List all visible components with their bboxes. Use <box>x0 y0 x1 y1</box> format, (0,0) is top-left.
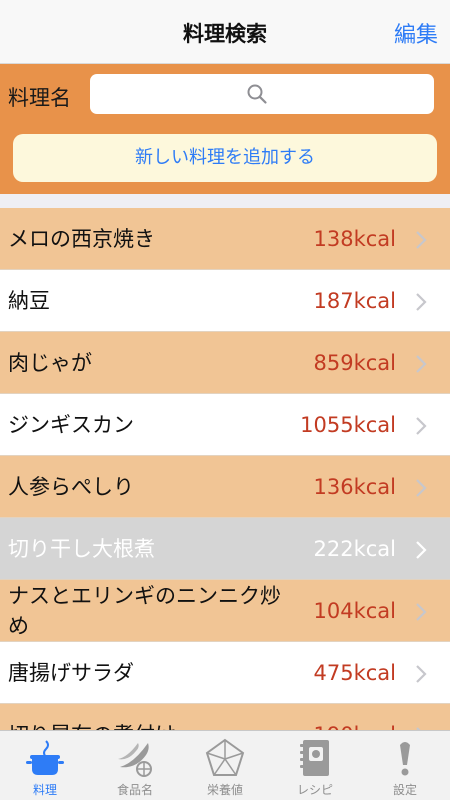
dish-kcal: 190kcal <box>314 704 397 730</box>
dish-kcal: 104kcal <box>313 599 397 623</box>
search-input[interactable] <box>90 74 434 114</box>
dish-kcal: 222kcal <box>313 537 397 561</box>
section-gap <box>0 194 450 208</box>
chevron-right-icon <box>416 541 427 559</box>
dish-name: ジンギスカン <box>8 413 134 437</box>
dish-name: 納豆 <box>8 289 50 313</box>
dish-name: 人参らぺしり <box>8 475 134 499</box>
pot-icon <box>26 740 64 775</box>
dish-kcal: 475kcal <box>313 661 397 685</box>
table-row[interactable]: 肉じゃが 859kcal <box>0 332 450 394</box>
dish-kcal: 1055kcal <box>300 413 396 437</box>
dish-name: 切り干し大根煮 <box>8 537 155 561</box>
chevron-right-icon <box>416 231 427 249</box>
search-icon <box>247 84 267 104</box>
dish-name: メロの西京焼き <box>8 227 155 251</box>
dish-name: 唐揚げサラダ <box>8 661 134 685</box>
chevron-right-icon <box>416 355 427 373</box>
chevron-right-icon <box>416 665 427 683</box>
tab-label: 料理 <box>32 783 57 797</box>
pentagon-chart-icon <box>205 738 245 776</box>
tab-dishes[interactable]: 料理 <box>0 731 90 800</box>
dish-name: ナスとエリンギのニンニク炒め <box>8 584 281 638</box>
dish-name: 切り昆布の煮付け <box>8 704 288 730</box>
dish-name: 肉じゃが <box>8 351 92 375</box>
tab-bar: 料理 食品名 栄養値 レシピ 設定 <box>0 730 450 800</box>
edit-button[interactable]: 編集 <box>394 17 438 49</box>
tab-settings[interactable]: 設定 <box>360 731 450 800</box>
table-row[interactable]: ナスとエリンギのニンニク炒め 104kcal <box>0 580 450 642</box>
vegetables-icon <box>118 743 152 777</box>
tab-nutrition[interactable]: 栄養値 <box>180 731 270 800</box>
chevron-right-icon <box>416 603 427 621</box>
tab-label: 栄養値 <box>206 783 243 797</box>
navigation-bar: 料理検索 編集 <box>0 0 450 64</box>
tab-label: 食品名 <box>116 783 153 797</box>
table-row[interactable]: 切り昆布の煮付け 190kcal <box>0 704 450 730</box>
dish-kcal: 187kcal <box>313 289 397 313</box>
dish-kcal: 859kcal <box>313 351 397 375</box>
tab-foods[interactable]: 食品名 <box>90 731 180 800</box>
exclamation-icon <box>400 742 410 776</box>
tab-label: 設定 <box>392 783 417 797</box>
chevron-right-icon <box>416 417 427 435</box>
add-dish-button[interactable]: 新しい料理を追加する <box>13 134 437 182</box>
page-title: 料理検索 <box>183 22 267 46</box>
dish-kcal: 136kcal <box>313 475 397 499</box>
chevron-right-icon <box>416 293 427 311</box>
dish-kcal: 138kcal <box>313 227 397 251</box>
table-row[interactable]: 切り干し大根煮 222kcal <box>0 518 450 580</box>
search-label: 料理名 <box>8 86 71 110</box>
table-row[interactable]: 納豆 187kcal <box>0 270 450 332</box>
search-panel: 料理名 新しい料理を追加する <box>0 64 450 194</box>
table-row[interactable]: メロの西京焼き 138kcal <box>0 208 450 270</box>
recipe-book-icon <box>300 740 329 776</box>
chevron-right-icon <box>416 479 427 497</box>
tab-label: レシピ <box>296 783 333 797</box>
table-row[interactable]: 人参らぺしり 136kcal <box>0 456 450 518</box>
table-row[interactable]: 唐揚げサラダ 475kcal <box>0 642 450 704</box>
dish-list[interactable]: メロの西京焼き 138kcal 納豆 187kcal 肉じゃが 859kcal … <box>0 208 450 730</box>
tab-recipes[interactable]: レシピ <box>270 731 360 800</box>
table-row[interactable]: ジンギスカン 1055kcal <box>0 394 450 456</box>
